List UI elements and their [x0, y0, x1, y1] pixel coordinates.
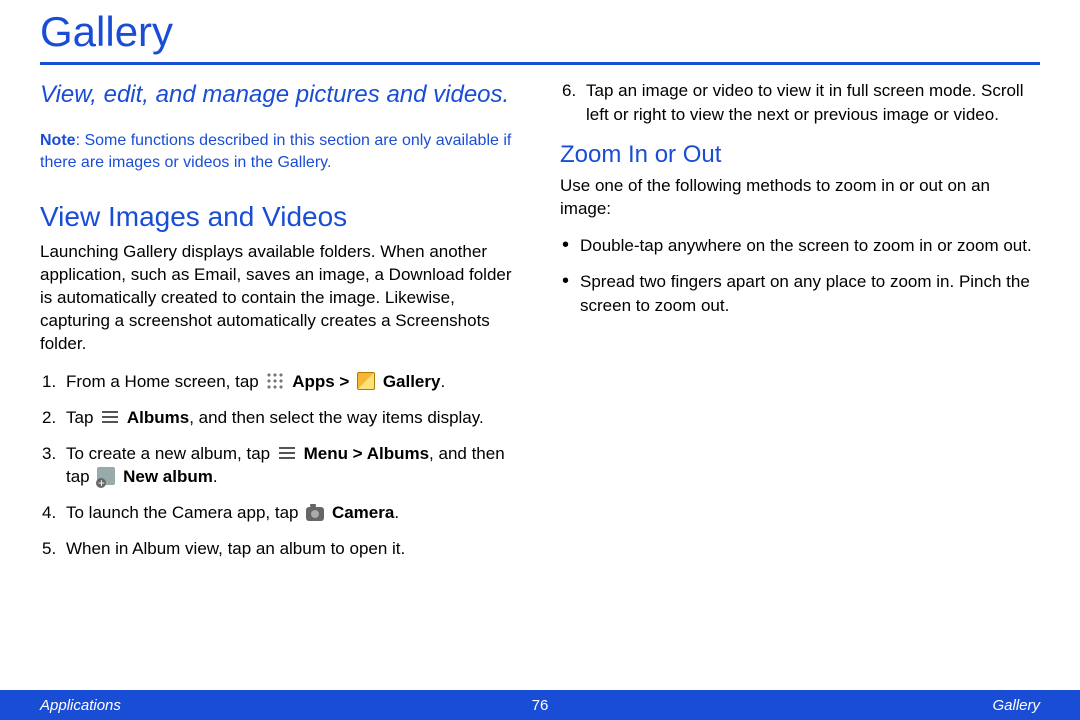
bullet-2: Spread two fingers apart on any place to…	[560, 270, 1040, 318]
section-body-zoom: Use one of the following methods to zoom…	[560, 175, 1040, 221]
gallery-label: Gallery	[383, 372, 441, 391]
step-1: From a Home screen, tap Apps > Gallery.	[40, 370, 520, 394]
section-body-view: Launching Gallery displays available fol…	[40, 241, 520, 356]
step-3: To create a new album, tap Menu > Albums…	[40, 442, 520, 490]
section-heading-view: View Images and Videos	[40, 201, 520, 233]
step-5: When in Album view, tap an album to open…	[40, 537, 520, 561]
footer-right: Gallery	[992, 697, 1040, 714]
apps-label: Apps >	[292, 372, 354, 391]
menu-albums-label: Menu > Albums	[304, 444, 429, 463]
step-4: To launch the Camera app, tap Camera.	[40, 501, 520, 525]
menu-icon	[278, 444, 296, 462]
note-label: Note	[40, 132, 76, 149]
albums-label: Albums	[127, 408, 189, 427]
new-album-icon	[97, 467, 115, 485]
page-subtitle: View, edit, and manage pictures and vide…	[40, 79, 520, 110]
steps-list-continued: Tap an image or video to view it in full…	[560, 79, 1040, 127]
left-column: View, edit, and manage pictures and vide…	[40, 79, 520, 573]
camera-icon	[306, 507, 324, 521]
page-title: Gallery	[40, 8, 1040, 56]
page: Gallery View, edit, and manage pictures …	[0, 0, 1080, 720]
right-column: Tap an image or video to view it in full…	[560, 79, 1040, 573]
content-columns: View, edit, and manage pictures and vide…	[40, 79, 1040, 573]
footer-left: Applications	[40, 697, 121, 714]
camera-label: Camera	[332, 503, 394, 522]
note-text: : Some functions described in this secti…	[40, 132, 511, 171]
gallery-icon	[357, 372, 375, 390]
bullet-1: Double-tap anywhere on the screen to zoo…	[560, 234, 1040, 258]
title-divider	[40, 62, 1040, 65]
note-block: Note: Some functions described in this s…	[40, 130, 520, 173]
new-album-label: New album	[123, 467, 213, 486]
steps-list: From a Home screen, tap Apps > Gallery. …	[40, 370, 520, 561]
hamburger-icon	[101, 408, 119, 426]
page-footer: Applications 76 Gallery	[0, 690, 1080, 720]
zoom-bullets: Double-tap anywhere on the screen to zoo…	[560, 234, 1040, 317]
apps-grid-icon	[266, 372, 284, 390]
step-6: Tap an image or video to view it in full…	[560, 79, 1040, 127]
footer-page-number: 76	[532, 697, 549, 714]
step-2: Tap Albums, and then select the way item…	[40, 406, 520, 430]
section-heading-zoom: Zoom In or Out	[560, 141, 1040, 169]
